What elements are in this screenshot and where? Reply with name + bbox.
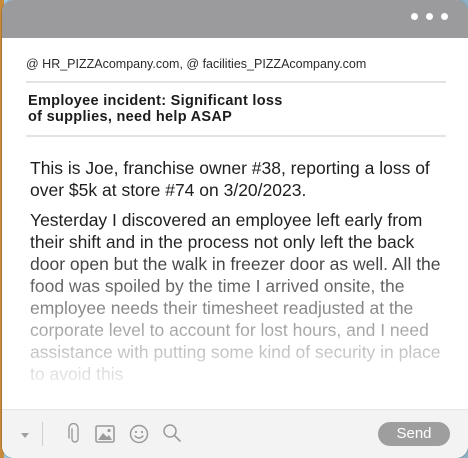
paperclip-icon[interactable] [68,422,82,450]
body-paragraph-1: This is Joe, franchise owner #38, report… [30,158,430,200]
emoji-icon[interactable] [129,424,149,449]
search-icon[interactable] [162,423,182,448]
recipients-field[interactable]: @ HR_PIZZAcompany.com, @ facilities_PIZZ… [26,57,366,71]
compose-window: @ HR_PIZZAcompany.com, @ facilities_PIZZ… [2,0,468,458]
body-paragraph-2: Yesterday I discovered an employee left … [30,210,441,384]
subject-divider [26,135,446,137]
recipients-divider [26,81,446,83]
subject-field[interactable]: Employee incident: Significant loss of s… [28,93,358,125]
message-body[interactable]: This is Joe, franchise owner #38, report… [30,157,446,389]
dot [426,13,433,20]
compose-toolbar: Send [2,409,468,458]
title-bar [2,0,468,38]
toolbar-separator [42,422,43,446]
dot [441,13,448,20]
chevron-down-icon[interactable] [20,427,30,445]
send-button[interactable]: Send [378,422,450,446]
subject-line-1: Employee incident: Significant loss [28,93,283,109]
more-options-icon[interactable] [411,13,448,20]
dot [411,13,418,20]
subject-line-2: of supplies, need help ASAP [28,109,233,125]
image-icon[interactable] [95,425,115,448]
